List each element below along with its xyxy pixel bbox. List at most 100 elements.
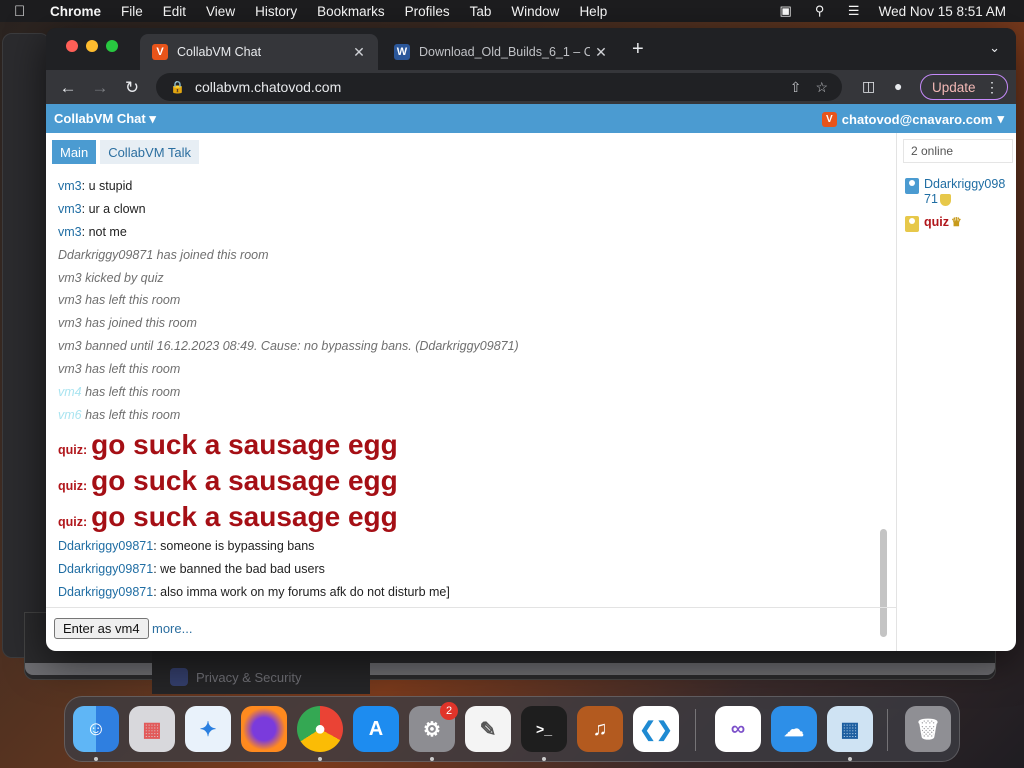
- menu-view[interactable]: View: [206, 4, 235, 19]
- tab-download-old-builds[interactable]: W Download_Old_Builds_6_1 – C ✕: [382, 34, 620, 70]
- browser-toolbar: ← → ↻ 🔒 collabvm.chatovod.com ⇧ ☆ ◫ ● Up…: [46, 70, 1016, 104]
- running-indicator: [94, 757, 98, 761]
- address-bar[interactable]: 🔒 collabvm.chatovod.com ⇧ ☆: [156, 73, 842, 101]
- system-text: has left this room: [81, 407, 181, 422]
- window-zoom-button[interactable]: [106, 40, 118, 52]
- user-name[interactable]: Ddarkriggy09871: [924, 177, 1006, 207]
- chrome-icon[interactable]: ●: [297, 706, 343, 752]
- running-indicator: [318, 757, 322, 761]
- tab-title: CollabVM Chat: [177, 45, 262, 59]
- list-item: vm3: u stupid: [58, 175, 878, 198]
- user-account-menu[interactable]: V chatovod@cnavaro.com ▾: [821, 111, 1004, 127]
- menu-bar:  Chrome File Edit View History Bookmark…: [0, 0, 1024, 22]
- system-message: Ddarkriggy09871 has joined this room: [58, 247, 269, 262]
- lock-icon[interactable]: 🔒: [170, 80, 185, 94]
- more-link[interactable]: more...: [152, 621, 192, 636]
- message-nick[interactable]: vm3: [58, 179, 82, 193]
- menu-clock[interactable]: Wed Nov 15 8:51 AM: [879, 4, 1006, 19]
- forward-arrow-icon[interactable]: →: [88, 76, 112, 100]
- user-name[interactable]: quiz ♛: [924, 215, 1006, 230]
- big-message-text: go suck a sausage egg: [91, 428, 398, 460]
- list-item: vm3: not me: [58, 221, 878, 244]
- menu-bookmarks[interactable]: Bookmarks: [317, 4, 385, 19]
- collabvm-favicon-icon: V: [152, 44, 168, 60]
- message-nick[interactable]: vm3: [58, 225, 82, 239]
- vscode-icon[interactable]: ❮❯: [633, 706, 679, 752]
- app-store-icon[interactable]: A: [353, 706, 399, 752]
- tab-search-chevron-icon[interactable]: ⌄: [989, 40, 1000, 56]
- list-item: Ddarkriggy09871: also imma work on my fo…: [58, 581, 878, 604]
- chat-brand-menu[interactable]: CollabVM Chat ▾: [54, 111, 156, 127]
- control-center-icon[interactable]: ☰: [845, 3, 863, 18]
- message-text: : ur a clown: [81, 201, 146, 216]
- enter-as-button[interactable]: Enter as vm4: [54, 618, 149, 639]
- update-button[interactable]: Update ⋮: [920, 74, 1008, 100]
- side-panel-icon[interactable]: ◫: [862, 78, 875, 95]
- message-nick[interactable]: Ddarkriggy09871: [58, 562, 153, 576]
- spotlight-search-icon[interactable]: ⚲: [811, 3, 829, 18]
- tab-main[interactable]: Main: [52, 140, 97, 164]
- message-nick[interactable]: Ddarkriggy09871: [58, 585, 153, 599]
- terminal-icon[interactable]: >_: [521, 706, 567, 752]
- window-close-button[interactable]: [66, 40, 78, 52]
- scrollbar-thumb[interactable]: [880, 529, 887, 637]
- faint-nick: vm4: [58, 385, 82, 400]
- apple-menu-icon[interactable]: : [14, 3, 36, 20]
- message-nick[interactable]: vm3: [58, 202, 82, 216]
- safari-icon[interactable]: ✦: [185, 706, 231, 752]
- reload-icon[interactable]: ↻: [120, 76, 144, 100]
- menu-help[interactable]: Help: [579, 4, 607, 19]
- user-list-pane: 2 online Ddarkriggy09871 quiz ♛: [896, 133, 1016, 651]
- system-message: vm4 has left this room: [58, 381, 878, 404]
- finder-icon[interactable]: ☺: [73, 706, 119, 752]
- user-avatar-icon: [905, 216, 919, 232]
- user-entry[interactable]: Ddarkriggy09871: [905, 177, 1006, 207]
- privacy-security-item[interactable]: Privacy & Security: [196, 670, 301, 685]
- menu-edit[interactable]: Edit: [163, 4, 186, 19]
- notification-badge: 2: [440, 702, 458, 720]
- message-text: : u stupid: [81, 179, 133, 193]
- divider: [46, 607, 896, 608]
- system-message: vm6 has left this room: [58, 404, 878, 427]
- menu-profiles[interactable]: Profiles: [405, 4, 450, 19]
- weather-icon[interactable]: ☁: [771, 706, 817, 752]
- dock-separator: [695, 709, 696, 751]
- profile-icon[interactable]: ●: [894, 78, 902, 94]
- more-vert-icon[interactable]: ⋮: [985, 79, 999, 96]
- menu-app-name[interactable]: Chrome: [50, 4, 101, 19]
- new-tab-plus-icon[interactable]: +: [632, 39, 644, 59]
- tab-collabvm-talk[interactable]: CollabVM Talk: [100, 140, 200, 164]
- menu-tab[interactable]: Tab: [470, 4, 492, 19]
- visual-studio-icon[interactable]: ∞: [715, 706, 761, 752]
- user-entry[interactable]: quiz ♛: [905, 215, 1006, 232]
- menu-file[interactable]: File: [121, 4, 143, 19]
- tab-close-icon[interactable]: ✕: [348, 44, 370, 61]
- trash-icon[interactable]: 🗑: [905, 706, 951, 752]
- share-icon[interactable]: ⇧: [790, 79, 802, 96]
- back-arrow-icon[interactable]: ←: [56, 76, 80, 100]
- chat-pane: Main CollabVM Talk vm3: u stupid vm3: ur…: [46, 133, 896, 651]
- tab-strip: V CollabVM Chat ✕ W Download_Old_Builds_…: [46, 28, 1016, 70]
- menu-history[interactable]: History: [255, 4, 297, 19]
- current-user-email: chatovod@cnavaro.com: [841, 111, 993, 127]
- moderator-shield-icon: [939, 193, 951, 206]
- message-nick[interactable]: quiz:: [58, 432, 87, 468]
- garageband-icon[interactable]: ♫: [577, 706, 623, 752]
- online-count: 2 online: [903, 139, 1013, 163]
- message-nick[interactable]: quiz:: [58, 468, 87, 504]
- screen-mirroring-icon[interactable]: ▣: [777, 3, 795, 18]
- admin-crown-icon: ♛: [951, 215, 962, 229]
- window-minimize-button[interactable]: [86, 40, 98, 52]
- url-text[interactable]: collabvm.chatovod.com: [195, 79, 790, 95]
- firefox-icon[interactable]: [241, 706, 287, 752]
- room-tabs: Main CollabVM Talk: [52, 140, 200, 164]
- launchpad-icon[interactable]: ▦: [129, 706, 175, 752]
- bookmark-star-icon[interactable]: ☆: [815, 79, 828, 96]
- virtualbox-icon[interactable]: ▦: [827, 706, 873, 752]
- message-nick[interactable]: Ddarkriggy09871: [58, 539, 153, 553]
- tab-close-icon[interactable]: ✕: [590, 44, 612, 61]
- textedit-icon[interactable]: ✎: [465, 706, 511, 752]
- menu-window[interactable]: Window: [511, 4, 559, 19]
- user-logo-icon: V: [821, 111, 837, 127]
- tab-collabvm-chat[interactable]: V CollabVM Chat ✕: [140, 34, 378, 70]
